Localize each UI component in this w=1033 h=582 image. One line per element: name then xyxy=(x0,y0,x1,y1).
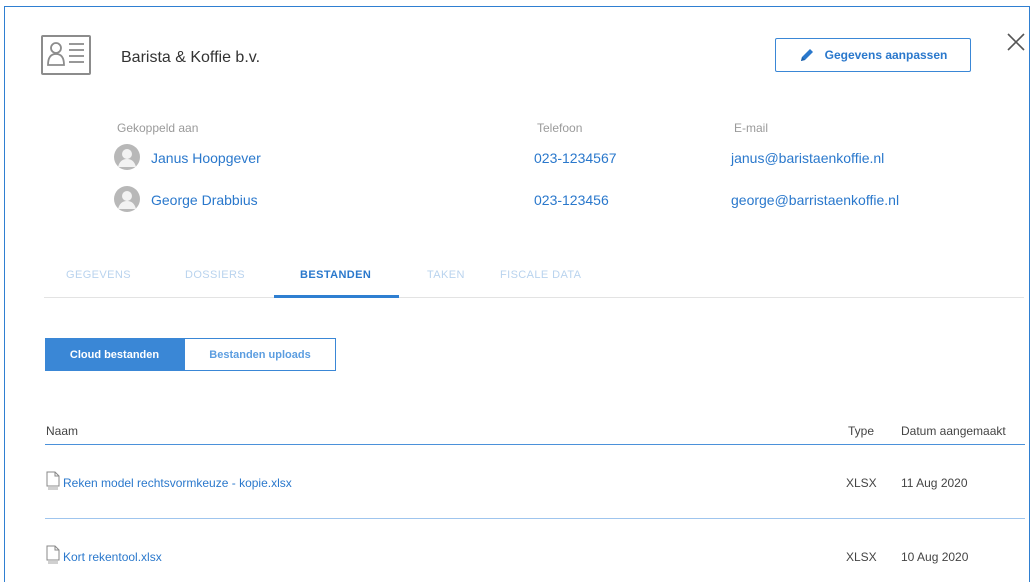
company-detail-modal: Barista & Koffie b.v. Gegevens aanpassen… xyxy=(4,6,1030,582)
file-type: XLSX xyxy=(846,550,877,564)
file-type: XLSX xyxy=(846,476,877,490)
file-icon xyxy=(46,545,60,564)
company-name: Barista & Koffie b.v. xyxy=(121,49,261,66)
avatar-icon xyxy=(114,186,140,212)
tab-bestanden[interactable]: BESTANDEN xyxy=(300,269,371,281)
contact-phone[interactable]: 023-1234567 xyxy=(534,150,617,166)
edit-details-label: Gegevens aanpassen xyxy=(824,48,948,62)
pencil-icon xyxy=(800,49,813,61)
avatar-icon xyxy=(114,144,140,170)
tab-gegevens[interactable]: GEGEVENS xyxy=(66,269,131,281)
date-column-header[interactable]: Datum aangemaakt xyxy=(901,424,1006,438)
contact-phone[interactable]: 023-123456 xyxy=(534,192,609,208)
file-date: 11 Aug 2020 xyxy=(901,476,968,490)
file-icon xyxy=(46,471,60,490)
contact-email[interactable]: george@barristaenkoffie.nl xyxy=(731,192,899,208)
edit-details-button[interactable]: Gegevens aanpassen xyxy=(775,38,971,72)
contact-row: George Drabbius 023-123456 george@barris… xyxy=(5,185,1031,219)
tab-dossiers[interactable]: DOSSIERS xyxy=(185,269,245,281)
name-column-header[interactable]: Naam xyxy=(46,424,78,438)
row-divider xyxy=(45,518,1025,519)
type-column-header[interactable]: Type xyxy=(848,424,874,438)
contact-row: Janus Hoopgever 023-1234567 janus@barist… xyxy=(5,143,1031,177)
file-name[interactable]: Reken model rechtsvormkeuze - kopie.xlsx xyxy=(63,476,292,490)
phone-column-header: Telefoon xyxy=(537,121,583,135)
file-date: 10 Aug 2020 xyxy=(901,550,969,564)
contact-name[interactable]: Janus Hoopgever xyxy=(151,150,261,166)
table-row[interactable]: Reken model rechtsvormkeuze - kopie.xlsx… xyxy=(5,471,1031,501)
cloud-files-button[interactable]: Cloud bestanden xyxy=(45,338,184,371)
email-column-header: E-mail xyxy=(734,121,769,135)
linked-column-header: Gekoppeld aan xyxy=(117,121,199,135)
tab-taken[interactable]: TAKEN xyxy=(427,269,465,281)
table-row[interactable]: Kort rekentool.xlsx XLSX 10 Aug 2020 xyxy=(5,545,1031,575)
table-header-divider xyxy=(45,444,1025,445)
contact-card-icon xyxy=(41,35,91,75)
close-icon[interactable] xyxy=(1003,29,1029,55)
active-tab-indicator xyxy=(274,295,399,298)
tab-bar: GEGEVENS DOSSIERS BESTANDEN TAKEN FISCAL… xyxy=(44,269,1024,298)
tab-fiscale-data[interactable]: FISCALE DATA xyxy=(500,269,581,281)
contact-name[interactable]: George Drabbius xyxy=(151,192,258,208)
upload-files-button[interactable]: Bestanden uploads xyxy=(184,338,336,371)
file-name[interactable]: Kort rekentool.xlsx xyxy=(63,550,162,564)
contact-email[interactable]: janus@baristaenkoffie.nl xyxy=(731,150,884,166)
